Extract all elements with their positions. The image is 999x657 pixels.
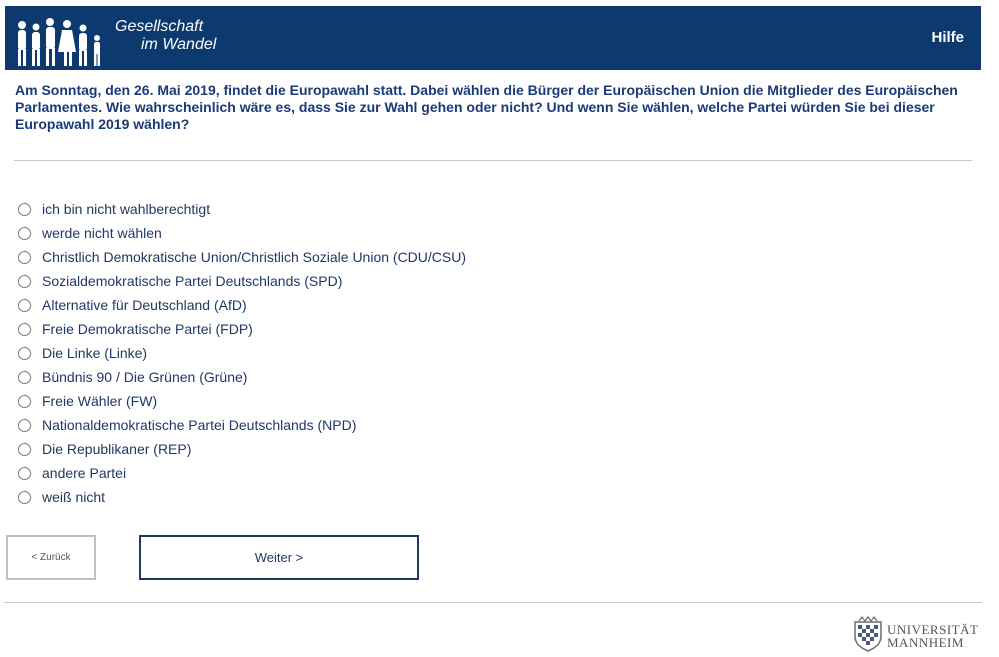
radio-button[interactable] — [18, 346, 31, 360]
radio-button[interactable] — [18, 274, 31, 288]
option-label: andere Partei — [42, 465, 127, 481]
option-label: Bündnis 90 / Die Grünen (Grüne) — [42, 369, 248, 385]
radio-button[interactable] — [18, 490, 31, 504]
university-name: UNIVERSITÄT MANNHEIM — [887, 623, 978, 649]
radio-button[interactable] — [18, 250, 31, 264]
radio-button[interactable] — [18, 394, 31, 408]
radio-button[interactable] — [18, 226, 31, 240]
option-label: Christlich Demokratische Union/Christlic… — [42, 249, 467, 265]
logo-line2: im Wandel — [141, 36, 217, 53]
university-line2: MANNHEIM — [887, 635, 964, 650]
answer-option[interactable]: Alternative für Deutschland (AfD) — [18, 293, 466, 317]
answer-option[interactable]: ich bin nicht wahlberechtigt — [18, 197, 466, 221]
answer-option[interactable]: Freie Demokratische Partei (FDP) — [18, 317, 466, 341]
option-label: Sozialdemokratische Partei Deutschlands … — [42, 273, 343, 289]
option-label: Freie Wähler (FW) — [42, 393, 158, 409]
radio-button[interactable] — [18, 442, 31, 456]
university-logo: UNIVERSITÄT MANNHEIM — [851, 614, 983, 654]
divider — [4, 602, 982, 603]
question-text: Am Sonntag, den 26. Mai 2019, findet die… — [15, 82, 958, 132]
radio-button[interactable] — [18, 322, 31, 336]
answer-option[interactable]: Sozialdemokratische Partei Deutschlands … — [18, 269, 466, 293]
option-label: weiß nicht — [42, 489, 106, 505]
answer-option[interactable]: Freie Wähler (FW) — [18, 389, 466, 413]
answer-option[interactable]: Nationaldemokratische Partei Deutschland… — [18, 413, 466, 437]
option-label: Nationaldemokratische Partei Deutschland… — [42, 417, 357, 433]
back-button[interactable]: < Zurück — [6, 535, 96, 580]
help-link[interactable]: Hilfe — [931, 29, 964, 46]
option-label: Alternative für Deutschland (AfD) — [42, 297, 247, 313]
option-label: Die Republikaner (REP) — [42, 441, 192, 457]
radio-button[interactable] — [18, 370, 31, 384]
radio-button[interactable] — [18, 298, 31, 312]
radio-button[interactable] — [18, 418, 31, 432]
option-label: Freie Demokratische Partei (FDP) — [42, 321, 253, 337]
option-label: ich bin nicht wahlberechtigt — [42, 201, 211, 217]
radio-button[interactable] — [18, 466, 31, 480]
divider — [14, 160, 972, 161]
answer-option[interactable]: Bündnis 90 / Die Grünen (Grüne) — [18, 365, 466, 389]
answer-option[interactable]: weiß nicht — [18, 485, 466, 509]
logo-text: Gesellschaft im Wandel — [115, 18, 216, 54]
people-silhouettes-icon — [18, 18, 100, 66]
option-label: Die Linke (Linke) — [42, 345, 148, 361]
radio-button[interactable] — [18, 202, 31, 216]
answer-options: ich bin nicht wahlberechtigt werde nicht … — [18, 197, 466, 509]
option-label: werde nicht wählen — [42, 225, 162, 241]
answer-option[interactable]: Die Linke (Linke) — [18, 341, 466, 365]
header-bar: Gesellschaft im Wandel Hilfe — [5, 6, 981, 70]
answer-option[interactable]: Christlich Demokratische Union/Christlic… — [18, 245, 466, 269]
answer-option[interactable]: werde nicht wählen — [18, 221, 466, 245]
university-crest-icon — [854, 616, 882, 652]
answer-option[interactable]: Die Republikaner (REP) — [18, 437, 466, 461]
answer-option[interactable]: andere Partei — [18, 461, 466, 485]
next-button[interactable]: Weiter > — [139, 535, 419, 580]
logo-line1: Gesellschaft — [115, 18, 204, 35]
